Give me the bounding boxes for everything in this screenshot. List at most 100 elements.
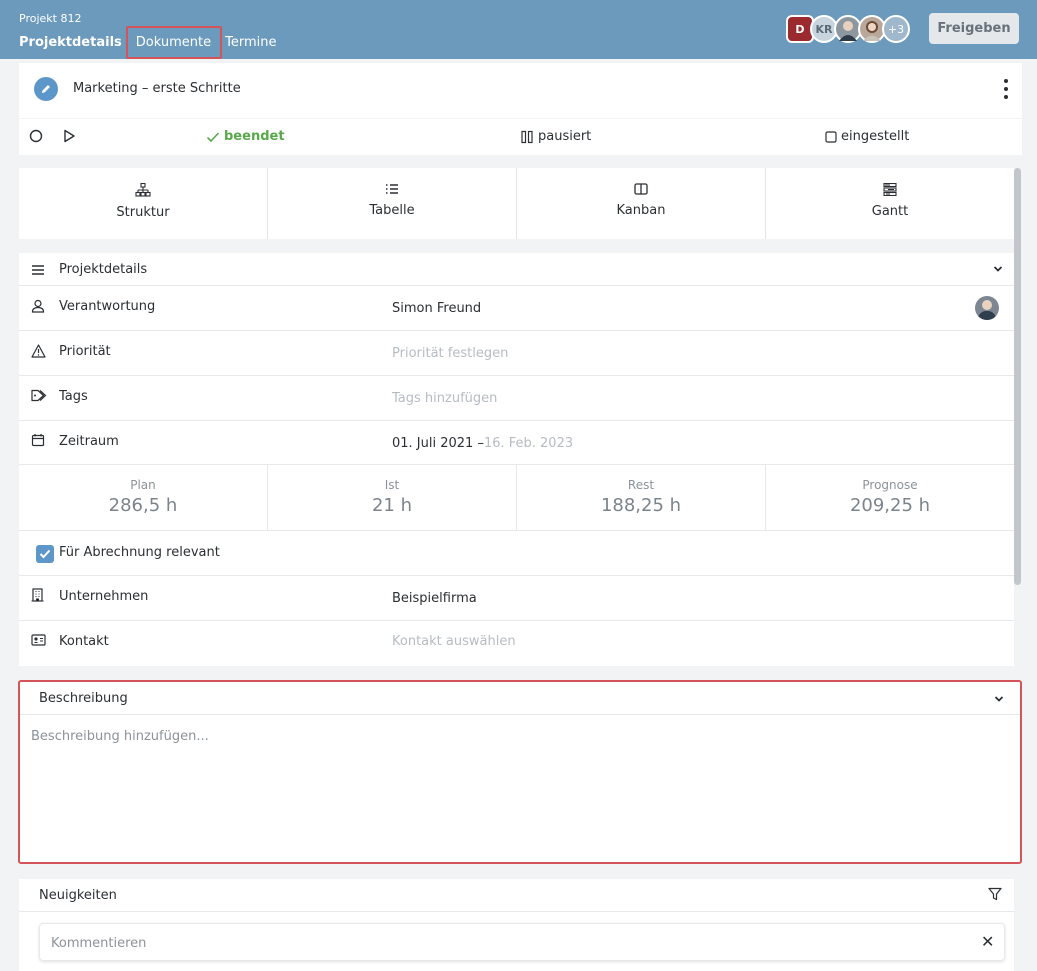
contact-card-icon bbox=[31, 634, 46, 646]
view-struktur[interactable]: Struktur bbox=[19, 168, 268, 239]
stat-ist-label: Ist bbox=[384, 478, 400, 492]
view-tabelle[interactable]: Tabelle bbox=[268, 168, 517, 239]
description-card: Beschreibung Beschreibung hinzufügen... bbox=[18, 680, 1022, 864]
period-label: Zeitraum bbox=[59, 434, 119, 449]
person-icon bbox=[839, 21, 857, 41]
chevron-down-icon[interactable] bbox=[993, 265, 1003, 273]
tags-placeholder[interactable]: Tags hinzufügen bbox=[392, 391, 497, 406]
more-options-icon[interactable] bbox=[999, 79, 1013, 99]
calendar-icon bbox=[31, 434, 45, 447]
period-start[interactable]: 01. Juli 2021 – bbox=[392, 436, 484, 451]
responsibility-label: Verantwortung bbox=[59, 299, 156, 314]
news-card: Neuigkeiten Kommentieren ✕ bbox=[19, 879, 1014, 971]
close-icon[interactable]: ✕ bbox=[981, 932, 994, 951]
task-title-card: Marketing – erste Schritte bbox=[19, 63, 1022, 118]
billing-label[interactable]: Für Abrechnung relevant bbox=[59, 545, 220, 560]
stat-rest-value: 188,25 h bbox=[600, 495, 682, 516]
person-icon bbox=[863, 21, 881, 41]
contact-row[interactable]: Kontakt Kontakt auswählen bbox=[19, 621, 1014, 666]
building-icon bbox=[31, 588, 44, 602]
billing-checkbox[interactable] bbox=[36, 545, 54, 563]
stat-plan: Plan 286,5 h bbox=[19, 465, 268, 530]
hours-summary: Plan 286,5 h Ist 21 h Rest 188,25 h Prog… bbox=[19, 465, 1014, 531]
divider bbox=[19, 911, 1014, 912]
share-button[interactable]: Freigeben bbox=[929, 13, 1019, 44]
stat-ist-value: 21 h bbox=[371, 495, 413, 516]
priority-label: Priorität bbox=[59, 344, 111, 359]
tab-termine[interactable]: Termine bbox=[225, 35, 276, 51]
responsibility-value[interactable]: Simon Freund bbox=[392, 301, 481, 316]
status-paused-label: pausiert bbox=[538, 129, 592, 144]
status-done[interactable]: beendet bbox=[206, 129, 285, 144]
billing-row: Für Abrechnung relevant bbox=[19, 531, 1014, 576]
user-icon bbox=[31, 299, 45, 313]
view-tabelle-label: Tabelle bbox=[369, 203, 415, 218]
tags-row[interactable]: Tags Tags hinzufügen bbox=[19, 376, 1014, 421]
list-icon bbox=[386, 184, 398, 194]
tag-icon bbox=[31, 389, 47, 402]
responsible-avatar bbox=[975, 296, 999, 320]
status-set-label: eingestellt bbox=[841, 129, 910, 144]
play-icon[interactable] bbox=[62, 129, 76, 143]
stat-rest: Rest 188,25 h bbox=[517, 465, 766, 530]
pause-icon bbox=[521, 130, 533, 143]
gantt-icon bbox=[883, 183, 897, 196]
stat-ist: Ist 21 h bbox=[268, 465, 517, 530]
avatar-more-count[interactable]: +3 bbox=[882, 15, 910, 43]
task-title[interactable]: Marketing – erste Schritte bbox=[73, 81, 241, 96]
view-switcher: Struktur Tabelle Kanban Gantt bbox=[19, 168, 1014, 239]
stat-plan-value: 286,5 h bbox=[108, 495, 178, 516]
project-number: Projekt 812 bbox=[19, 12, 82, 25]
check-icon bbox=[206, 131, 220, 142]
news-title: Neuigkeiten bbox=[39, 888, 117, 903]
company-row[interactable]: Unternehmen Beispielfirma bbox=[19, 576, 1014, 621]
columns-icon bbox=[634, 183, 648, 195]
view-kanban-label: Kanban bbox=[616, 203, 666, 218]
tab-dokumente[interactable]: Dokumente bbox=[125, 26, 223, 59]
project-details-card: Projektdetails Verantwortung Simon Freun… bbox=[19, 253, 1014, 666]
comment-input[interactable]: Kommentieren ✕ bbox=[39, 923, 1005, 961]
period-end[interactable]: 16. Feb. 2023 bbox=[484, 436, 573, 451]
project-details-title: Projektdetails bbox=[59, 262, 148, 277]
warning-icon bbox=[31, 344, 46, 358]
circle-status-icon[interactable] bbox=[29, 129, 43, 143]
status-bar: beendet pausiert eingestellt bbox=[19, 119, 1022, 155]
comment-placeholder: Kommentieren bbox=[51, 936, 147, 951]
header-tabs: Projektdetails Dokumente Termine bbox=[19, 26, 290, 59]
view-gantt[interactable]: Gantt bbox=[766, 168, 1014, 239]
description-input[interactable]: Beschreibung hinzufügen... bbox=[31, 729, 209, 744]
stat-plan-label: Plan bbox=[130, 478, 156, 492]
menu-icon bbox=[32, 265, 44, 275]
tags-label: Tags bbox=[59, 389, 88, 404]
period-value[interactable]: 01. Juli 2021 –16. Feb. 2023 bbox=[392, 436, 573, 451]
square-icon bbox=[825, 130, 837, 143]
view-gantt-label: Gantt bbox=[871, 204, 909, 219]
company-label: Unternehmen bbox=[59, 589, 149, 604]
hierarchy-icon bbox=[135, 183, 151, 197]
contact-label: Kontakt bbox=[59, 634, 109, 649]
pencil-icon[interactable] bbox=[34, 77, 58, 101]
stat-prognose-label: Prognose bbox=[862, 478, 918, 492]
status-done-label: beendet bbox=[224, 129, 285, 144]
stat-prognose: Prognose 209,25 h bbox=[766, 465, 1014, 530]
check-icon bbox=[39, 549, 51, 559]
scrollbar[interactable] bbox=[1014, 168, 1021, 585]
chevron-down-icon[interactable] bbox=[994, 695, 1004, 703]
top-bar: Projekt 812 Projektdetails Dokumente Ter… bbox=[0, 0, 1037, 59]
stat-prognose-value: 209,25 h bbox=[849, 495, 931, 516]
contact-placeholder[interactable]: Kontakt auswählen bbox=[392, 634, 516, 649]
responsibility-row[interactable]: Verantwortung Simon Freund bbox=[19, 286, 1014, 331]
view-kanban[interactable]: Kanban bbox=[517, 168, 766, 239]
divider bbox=[20, 714, 1020, 715]
priority-row[interactable]: Priorität Priorität festlegen bbox=[19, 331, 1014, 376]
status-set[interactable]: eingestellt bbox=[825, 129, 909, 144]
tab-projektdetails[interactable]: Projektdetails bbox=[19, 35, 122, 51]
company-value[interactable]: Beispielfirma bbox=[392, 591, 477, 606]
project-details-header[interactable]: Projektdetails bbox=[19, 253, 1014, 286]
stat-rest-label: Rest bbox=[627, 478, 655, 492]
period-row[interactable]: Zeitraum 01. Juli 2021 –16. Feb. 2023 bbox=[19, 421, 1014, 465]
priority-placeholder[interactable]: Priorität festlegen bbox=[392, 346, 508, 361]
filter-icon[interactable] bbox=[988, 887, 1002, 901]
view-struktur-label: Struktur bbox=[116, 205, 170, 220]
status-paused[interactable]: pausiert bbox=[520, 129, 591, 144]
